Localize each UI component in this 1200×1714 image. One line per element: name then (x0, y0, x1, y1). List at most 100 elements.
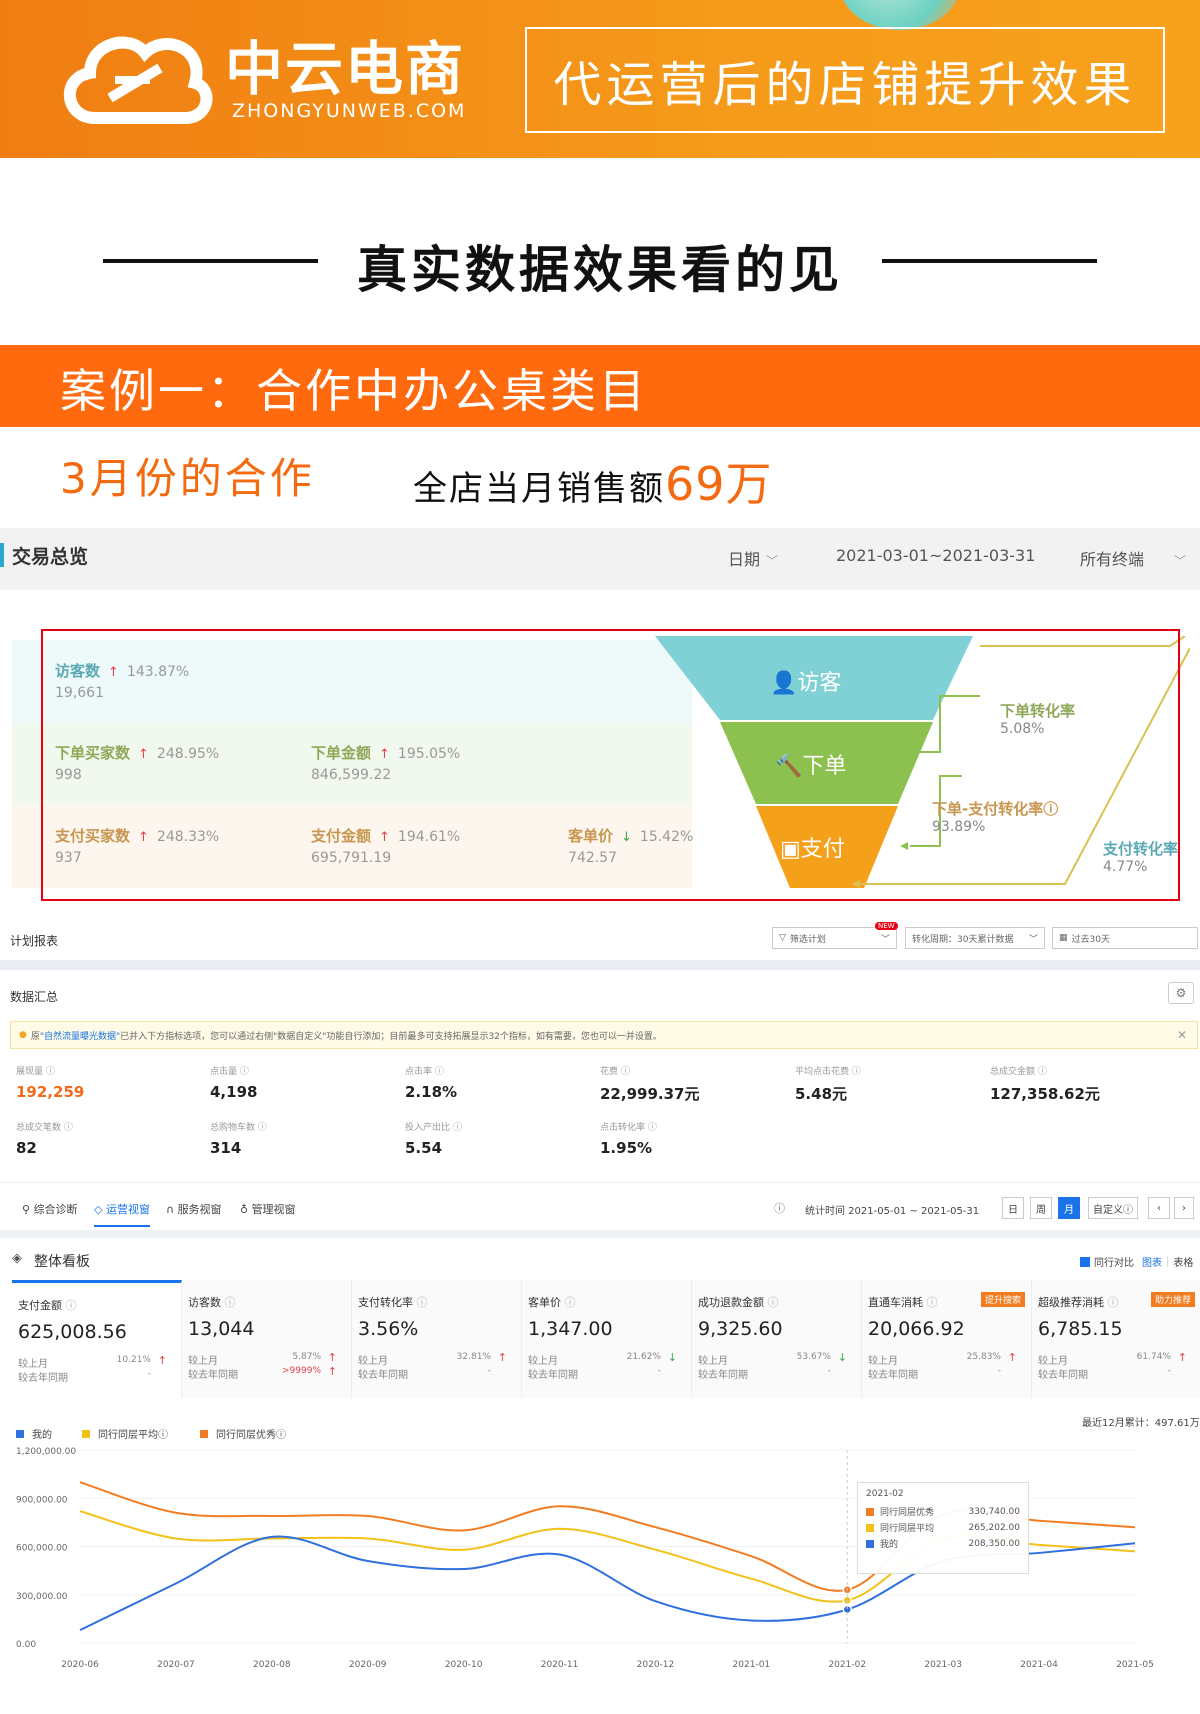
card-name: 直通车消耗 ⓘ (868, 1296, 938, 1309)
kpi-clicks: 点击量 ⓘ 4,198 (210, 1067, 258, 1101)
info-icon: ⓘ (774, 1202, 785, 1215)
metric-card[interactable]: 支付转化率 ⓘ 3.56% 较上月 较去年同期 32.81% ↑ - (352, 1280, 522, 1398)
kpi-cpc: 平均点击花费 ⓘ 5.48元 (795, 1067, 861, 1103)
sales-value: 69万 (665, 457, 773, 511)
card-name: 支付金额 ⓘ (18, 1299, 77, 1312)
warning-icon: ● (19, 1030, 27, 1040)
legend-avg[interactable]: 同行同层平均 ⓘ (82, 1426, 168, 1441)
terminal-label: 所有终端 (1080, 550, 1145, 569)
chevron-down-icon: ﹀ (1028, 934, 1038, 945)
y-tick-label: 0.00 (16, 1640, 36, 1650)
card-value: 1,347.00 (528, 1318, 613, 1340)
yoy-value: - (997, 1366, 1001, 1376)
tooltip-title: 2021-02 (866, 1489, 904, 1499)
legend-mine[interactable]: 我的 (16, 1426, 52, 1441)
metric-card[interactable]: 直通车消耗 ⓘ 提升搜索 20,066.92 较上月 较去年同期 25.83% ↑ - (862, 1280, 1032, 1398)
close-icon[interactable]: ✕ (1177, 1028, 1187, 1042)
x-tick-label: 2020-10 (445, 1660, 483, 1670)
tab-management[interactable]: ♁ 管理视窗 (240, 1201, 296, 1217)
mom-label: 较上月 (698, 1356, 728, 1367)
help-icon: ⓘ (62, 1299, 77, 1312)
mom-value: 5.87% (292, 1352, 321, 1362)
period-day-button[interactable]: 日 (1002, 1197, 1024, 1219)
terminal-dropdown[interactable]: 所有终端 ﹀ (1080, 546, 1186, 570)
legend-top[interactable]: 同行同层优秀 ⓘ (200, 1426, 286, 1441)
shield-icon: ◇ (94, 1203, 103, 1216)
title-rule-left (103, 259, 318, 263)
metric-card[interactable]: 客单价 ⓘ 1,347.00 较上月 较去年同期 21.62% ↓ - (522, 1280, 692, 1398)
metric-card[interactable]: 超级推荐消耗 ⓘ 助力推荐 6,785.15 较上月 较去年同期 61.74% ↑ - (1032, 1280, 1200, 1398)
brand-name: 中云电商 (225, 35, 466, 103)
notice-link[interactable]: "自然流量曝光数据" (40, 1029, 120, 1042)
card-tag[interactable]: 提升搜索 (980, 1292, 1025, 1307)
bulb-icon: ♁ (240, 1203, 249, 1216)
prev-arrow-icon[interactable]: ‹ (1148, 1197, 1170, 1219)
layers-icon: ◈ (12, 1251, 22, 1266)
legend-swatch (82, 1429, 90, 1438)
yoy-label: 较去年同期 (188, 1370, 238, 1381)
chevron-down-icon: ﹀ (880, 934, 890, 945)
period-month-button[interactable]: 月 (1058, 1197, 1080, 1219)
period-week-button[interactable]: 周 (1030, 1197, 1052, 1219)
date-label: 日期 (728, 550, 761, 569)
kpi-gmv: 总成交金额 ⓘ 127,358.62元 (990, 1067, 1100, 1103)
diagnosis-icon: ⚲ (22, 1203, 31, 1216)
yoy-value: >9999% (282, 1366, 321, 1376)
card-value: 625,008.56 (18, 1321, 127, 1343)
next-arrow-icon[interactable]: › (1174, 1197, 1194, 1219)
kpi-cvr: 点击转化率 ⓘ 1.95% (600, 1123, 657, 1157)
range-dropdown[interactable]: ▦ 过去30天 (1052, 927, 1198, 949)
view-table-link[interactable]: 表格 (1173, 1254, 1193, 1269)
period-custom-button[interactable]: 自定义 ⓘ (1088, 1197, 1138, 1219)
tooltip-row: 同行同层优秀 330,740.00 (866, 1505, 1020, 1518)
tab-service[interactable]: ∩ 服务视窗 (166, 1201, 222, 1217)
metric-card[interactable]: 成功退款金额 ⓘ 9,325.60 较上月 较去年同期 53.67% ↓ - (692, 1280, 862, 1398)
card-name: 客单价 ⓘ (528, 1296, 576, 1309)
settings-gear-icon[interactable]: ⚙ (1168, 982, 1194, 1004)
chevron-down-icon: ﹀ (766, 554, 779, 568)
card-name: 超级推荐消耗 ⓘ (1038, 1296, 1119, 1309)
card-value: 6,785.15 (1038, 1318, 1123, 1340)
tab-diagnosis[interactable]: ⚲ 综合诊断 (22, 1201, 78, 1217)
tooltip-row: 我的 208,350.00 (866, 1537, 1020, 1550)
arrow-up-icon: ↑ (1007, 1351, 1017, 1364)
card-value: 13,044 (188, 1318, 255, 1340)
x-tick-label: 2020-11 (541, 1660, 579, 1670)
mom-value: 53.67% (796, 1352, 831, 1362)
mom-label: 较上月 (188, 1356, 218, 1367)
headset-icon: ∩ (166, 1203, 175, 1216)
x-tick-label: 2021-01 (733, 1660, 771, 1670)
view-chart-link[interactable]: 图表 (1142, 1254, 1162, 1269)
yoy-value: - (827, 1366, 831, 1376)
decorative-bubble (840, 0, 960, 30)
arrow-up-icon: ↑ (157, 1354, 167, 1367)
mom-label: 较上月 (18, 1359, 48, 1370)
new-badge: NEW (875, 922, 898, 930)
arrow-up-icon: ↑ (497, 1351, 507, 1364)
x-tick-label: 2020-08 (253, 1660, 291, 1670)
tab-operations[interactable]: ◇ 运营视窗 (94, 1201, 150, 1227)
filter-plan-dropdown[interactable]: ▽ 筛选计划 ﹀ (772, 927, 897, 949)
card-tag[interactable]: 助力推荐 (1150, 1292, 1195, 1307)
x-tick-label: 2020-06 (61, 1660, 99, 1670)
plan-report-title: 计划报表 (10, 934, 59, 948)
y-tick-label: 600,000.00 (16, 1544, 68, 1554)
slogan-box: 代运营后的店铺提升效果 (525, 27, 1165, 133)
checkbox-icon[interactable] (1080, 1256, 1090, 1267)
case-title: 案例一：合作中办公桌类目 (60, 364, 648, 418)
date-dropdown[interactable]: 日期 ﹀ (728, 546, 778, 570)
case-month: 3月份的合作 (60, 454, 315, 503)
yoy-value: - (1167, 1366, 1171, 1376)
metric-card[interactable]: 访客数 ⓘ 13,044 较上月 较去年同期 5.87% ↑ >9999% ↑ (182, 1280, 352, 1398)
tooltip-row: 同行同层平均 265,202.00 (866, 1521, 1020, 1534)
divider-bar (0, 960, 1200, 970)
help-icon: ⓘ (923, 1296, 938, 1309)
yoy-label: 较去年同期 (698, 1370, 748, 1381)
mom-value: 25.83% (966, 1352, 1001, 1362)
metric-card[interactable]: 支付金额 ⓘ 625,008.56 较上月 较去年同期 10.21% ↑ - (12, 1280, 182, 1398)
case-sales: 全店当月销售额69万 (413, 448, 773, 514)
cycle-dropdown[interactable]: 转化周期：30天累计数据 ﹀ (905, 927, 1045, 949)
compare-toggle[interactable]: 同行对比 图表 | 表格 (1080, 1254, 1193, 1269)
date-range: 2021-03-01~2021-03-31 (836, 546, 1036, 565)
x-tick-label: 2021-04 (1020, 1660, 1058, 1670)
